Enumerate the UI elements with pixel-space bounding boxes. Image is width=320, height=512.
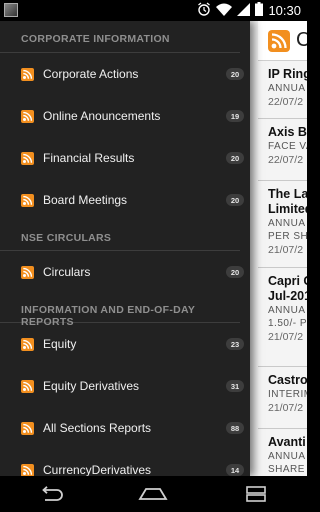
- item-subtitle: ANNUA: [268, 218, 306, 229]
- nav-item-corporate-actions[interactable]: Corporate Actions 20: [0, 53, 250, 95]
- count-badge: 20: [226, 152, 244, 164]
- nav-item-label: Online Anouncements: [43, 109, 161, 123]
- rss-icon: [21, 109, 34, 123]
- list-item[interactable]: Axis Ba FACE VA 22/07/2: [258, 119, 307, 181]
- battery-icon: [255, 2, 264, 19]
- count-badge: 20: [226, 68, 244, 80]
- nav-item-equity-derivatives[interactable]: Equity Derivatives 31: [0, 365, 250, 407]
- item-title-line2: Limited: [268, 202, 307, 216]
- item-subtitle: FACE VA: [268, 141, 307, 152]
- rss-icon[interactable]: [268, 29, 290, 52]
- item-title: The La: [268, 187, 307, 201]
- item-title: Axis Ba: [268, 125, 307, 139]
- home-button[interactable]: [133, 482, 173, 506]
- count-badge: 88: [226, 422, 244, 434]
- item-subtitle: ANNUA: [268, 305, 306, 316]
- count-badge: 19: [226, 110, 244, 122]
- item-title: Castro: [268, 373, 307, 387]
- rss-icon: [21, 463, 34, 476]
- item-date: 21/07/2: [268, 402, 304, 414]
- content-area: C IP Ring ANNUA 22/07/2 Axis Ba FACE VA …: [0, 21, 307, 476]
- nav-item-label: Equity Derivatives: [43, 379, 140, 393]
- list-item[interactable]: Avanti ANNUA SHARE: [258, 429, 307, 476]
- section-header-corporate-information: CORPORATE INFORMATION: [0, 21, 240, 53]
- nav-item-currency-derivatives[interactable]: CurrencyDerivatives 14: [0, 449, 250, 476]
- system-navigation-bar: [0, 476, 307, 512]
- rss-icon: [21, 379, 34, 393]
- nav-item-circulars[interactable]: Circulars 20: [0, 251, 250, 293]
- count-badge: 14: [226, 464, 244, 476]
- nav-item-board-meetings[interactable]: Board Meetings 20: [0, 179, 250, 221]
- home-icon: [138, 488, 169, 500]
- rss-icon: [21, 151, 34, 165]
- nav-item-equity[interactable]: Equity 23: [0, 323, 250, 365]
- nav-item-label: Board Meetings: [43, 193, 128, 207]
- list-item[interactable]: Castro INTERIM 21/07/2: [258, 367, 307, 429]
- nav-item-label: CurrencyDerivatives: [43, 463, 152, 476]
- main-title: C: [296, 29, 307, 51]
- count-badge: 31: [226, 380, 244, 392]
- count-badge: 20: [226, 266, 244, 278]
- count-badge: 20: [226, 194, 244, 206]
- item-subtitle: ANNUA: [268, 451, 306, 462]
- count-badge: 23: [226, 338, 244, 350]
- item-subtitle-line2: SHARE: [268, 464, 305, 475]
- rss-icon: [21, 67, 34, 81]
- wifi-icon: [216, 3, 233, 19]
- clock-time: 10:30: [268, 3, 301, 18]
- item-date: 21/07/2: [268, 244, 304, 256]
- section-header-nse-circulars: NSE CIRCULARS: [0, 221, 240, 251]
- nav-item-online-anouncements[interactable]: Online Anouncements 19: [0, 95, 250, 137]
- item-subtitle: ANNUA: [268, 83, 306, 94]
- item-subtitle-line2: 1.50/- P: [268, 318, 307, 329]
- item-date: 22/07/2: [268, 96, 304, 108]
- item-title: Avanti: [268, 435, 306, 449]
- section-header-information-reports: INFORMATION AND END-OF-DAY REPORTS: [0, 293, 240, 328]
- back-icon: [42, 486, 63, 501]
- rss-icon: [21, 265, 34, 279]
- item-date: 22/07/2: [268, 154, 304, 166]
- list-item[interactable]: The La Limited ANNUA PER SH 21/07/2: [258, 181, 307, 268]
- item-date: 21/07/2: [268, 331, 304, 343]
- recent-apps-icon: [246, 486, 266, 502]
- status-bar: 10:30: [0, 0, 307, 21]
- navigation-drawer: CORPORATE INFORMATION Corporate Actions …: [0, 21, 250, 476]
- item-title: Capri G: [268, 274, 307, 288]
- item-title-line2: Jul-201: [268, 289, 307, 303]
- nav-item-label: Corporate Actions: [43, 67, 139, 81]
- rss-icon: [21, 421, 34, 435]
- nav-item-all-sections-reports[interactable]: All Sections Reports 88: [0, 407, 250, 449]
- alarm-icon: [197, 2, 211, 19]
- item-subtitle: INTERIM: [268, 389, 307, 400]
- rss-icon: [21, 193, 34, 207]
- back-button[interactable]: [31, 482, 71, 506]
- item-subtitle-line2: PER SH: [268, 231, 307, 242]
- recent-apps-button[interactable]: [236, 482, 276, 506]
- rss-icon: [21, 337, 34, 351]
- main-panel: C IP Ring ANNUA 22/07/2 Axis Ba FACE VA …: [258, 21, 307, 476]
- list-item[interactable]: IP Ring ANNUA 22/07/2: [258, 61, 307, 119]
- main-header: C: [258, 21, 307, 61]
- nav-item-financial-results[interactable]: Financial Results 20: [0, 137, 250, 179]
- nav-item-label: Circulars: [43, 265, 91, 279]
- nav-item-label: Financial Results: [43, 151, 135, 165]
- nav-item-label: Equity: [43, 337, 77, 351]
- nav-item-label: All Sections Reports: [43, 421, 152, 435]
- signal-icon: [237, 2, 251, 19]
- item-title: IP Ring: [268, 67, 307, 81]
- notification-image-icon: [4, 3, 18, 17]
- list-item[interactable]: Capri G Jul-201 ANNUA 1.50/- P 21/07/2: [258, 268, 307, 367]
